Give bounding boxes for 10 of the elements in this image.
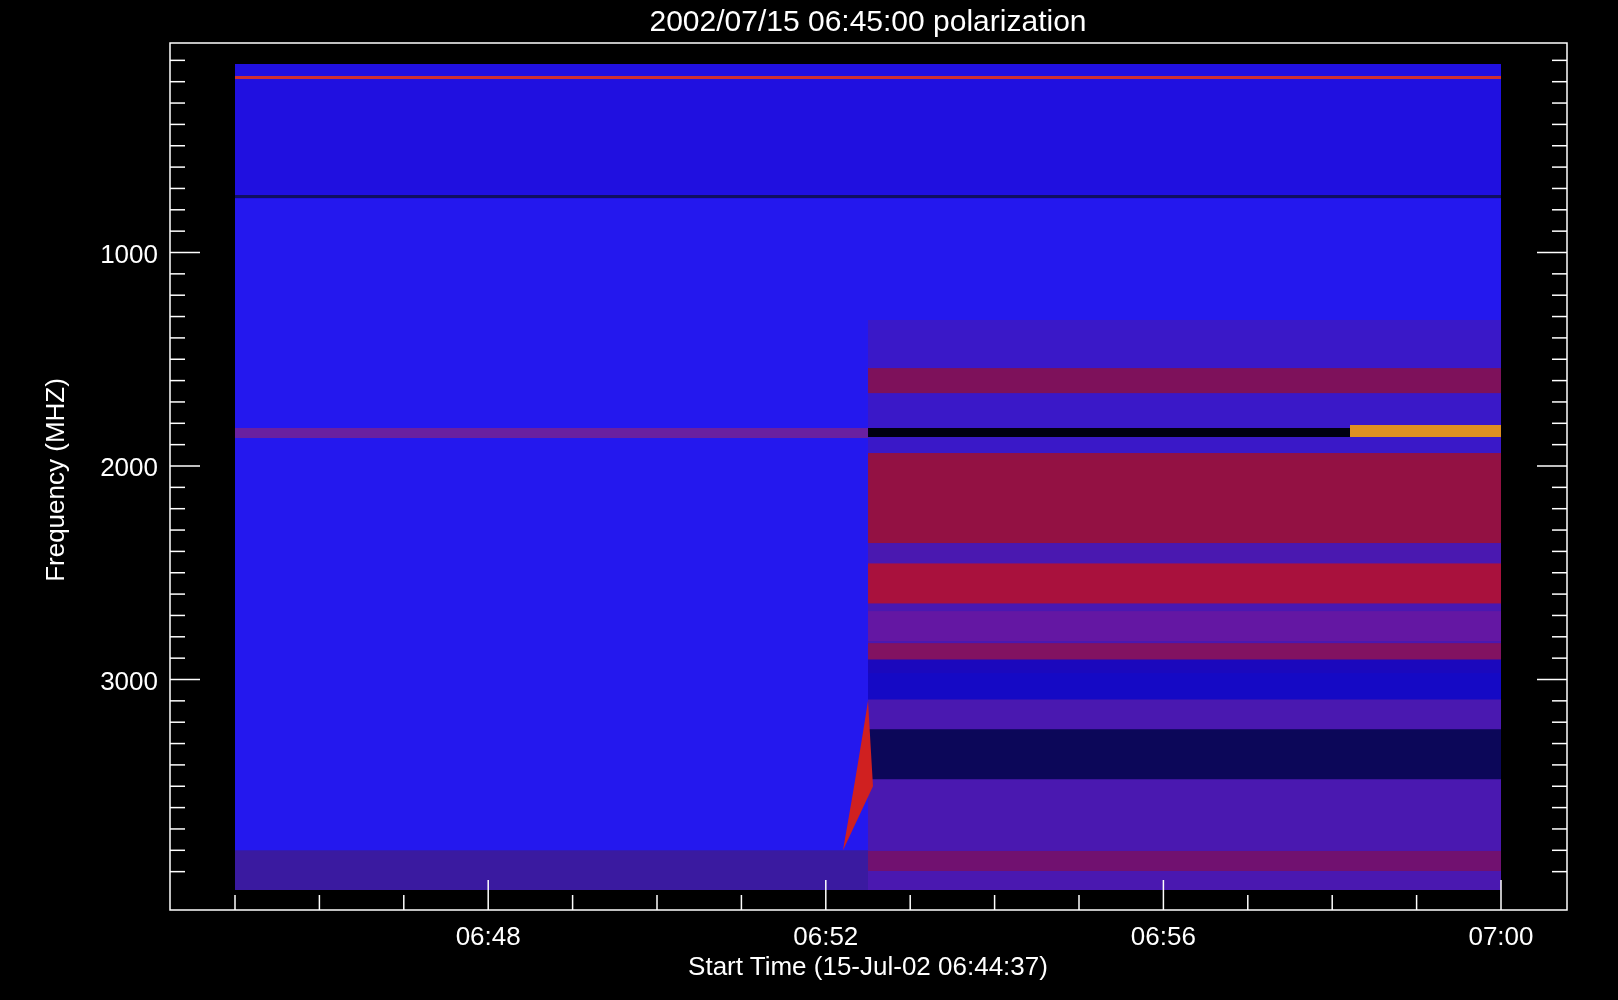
y-tick-label: 1000 xyxy=(100,238,158,269)
y-axis-label: Frequency (MHZ) xyxy=(40,378,70,582)
x-tick-label: 06:48 xyxy=(455,921,521,951)
plot-title: 2002/07/15 06:45:00 polarization xyxy=(649,4,1087,37)
x-tick-label: 06:56 xyxy=(1130,921,1196,951)
x-tick-label: 07:00 xyxy=(1468,921,1534,951)
x-axis-label: Start Time (15-Jul-02 06:44:37) xyxy=(688,951,1048,981)
x-tick-label: 06:52 xyxy=(793,921,859,951)
y-tick-label: 3000 xyxy=(100,665,158,696)
y-tick-label: 2000 xyxy=(100,452,158,482)
